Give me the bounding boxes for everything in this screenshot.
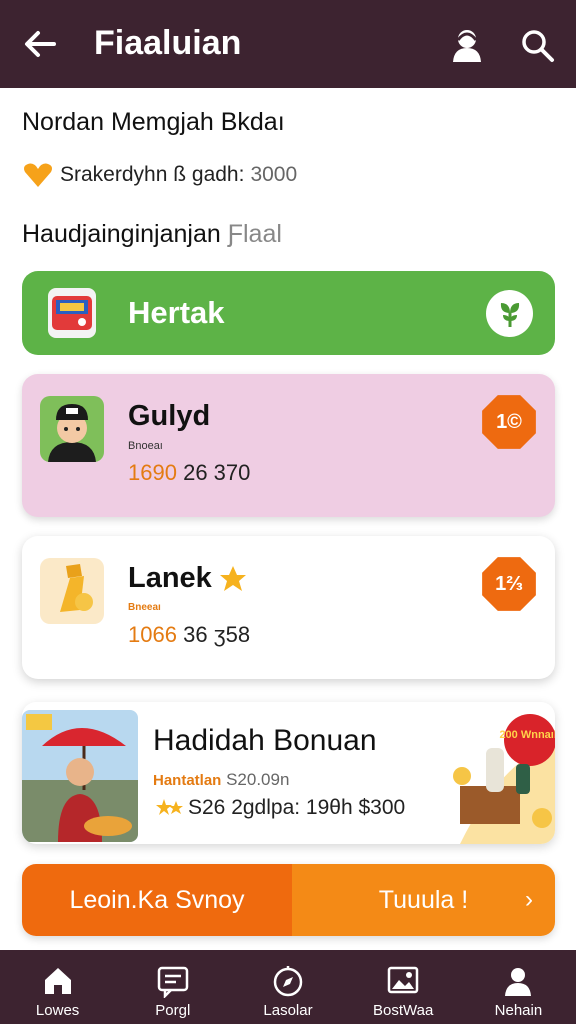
user-button[interactable]	[446, 24, 488, 66]
person-avatar	[40, 396, 104, 462]
image-icon	[387, 966, 419, 994]
profile-icon	[505, 968, 532, 996]
stars-icon	[156, 799, 183, 815]
rank-badge[interactable]: 1⅔	[482, 557, 536, 611]
player-name: Gulyd	[128, 400, 211, 432]
search-icon	[522, 30, 554, 62]
arrow-left-icon	[25, 31, 56, 57]
info-line: Srakerdyhn ß gadh: 3000	[22, 162, 297, 188]
info-value: 3000	[250, 163, 298, 186]
sub-heading-suffix: Ƒlaal	[227, 220, 282, 248]
home-icon	[44, 968, 71, 994]
sub-heading-text: Haudjainginjanjan	[22, 220, 221, 248]
nav-item-image[interactable]: BostWaa	[346, 950, 461, 1024]
info-label: Srakerdyhn ß gadh:	[60, 163, 245, 186]
top-app-bar: Fiaaluian	[0, 0, 576, 88]
bonus-subtitle: Hantatlan S20.09n	[153, 770, 289, 790]
nav-item-home[interactable]: Lowes	[0, 950, 115, 1024]
wallet-icon	[48, 288, 96, 338]
page-title: Fiaaluian	[94, 24, 242, 62]
chat-icon	[157, 966, 189, 998]
nav-item-chat[interactable]: Porgl	[115, 950, 230, 1024]
bonus-title: Hadidah Bonuan	[153, 724, 377, 757]
green-card-label: Hertak	[128, 295, 225, 330]
heart-icon	[24, 163, 52, 187]
reward-name: Lanek	[128, 562, 212, 594]
bottom-navigation: Lowes Porgl Lasolar BostWaa Nehain	[0, 950, 576, 1024]
nav-label: Lasolar	[263, 1002, 313, 1019]
cta-left-button[interactable]: Leoin.Ka Svnoy	[22, 864, 292, 936]
sub-heading: Haudjainginjanjan Ƒlaal	[22, 220, 282, 249]
trophy-avatar	[40, 558, 104, 624]
bonus-amount-row: S26 2gdlpa: 19θh $300	[156, 796, 405, 820]
player-stat-primary: 1690	[128, 460, 177, 485]
chevron-right-icon: ›	[525, 886, 533, 913]
player-stats: 1690 26 370	[128, 460, 250, 486]
reward-card[interactable]: Lanek Bneeaı 1066 36 ʒ58 1⅔	[22, 536, 555, 679]
reward-name-row: Lanek	[128, 562, 248, 595]
nav-label: Nehain	[494, 1002, 543, 1019]
bonus-sub-label: Hantatlan	[153, 772, 222, 789]
bonus-sub-value: S20.09n	[226, 770, 290, 789]
bonus-card[interactable]: Hadidah Bonuan Hantatlan S20.09n S26 2gd…	[22, 702, 555, 844]
nav-label: Lowes	[35, 1002, 80, 1019]
reward-subtitle: Bneeaı	[128, 602, 161, 613]
search-button[interactable]	[516, 24, 558, 66]
green-action-card[interactable]: Hertak	[22, 271, 555, 355]
rank-badge[interactable]: 1©	[482, 395, 536, 449]
bonus-illustration	[22, 710, 138, 842]
bonus-amount: S26 2gdlpa: 19θh $300	[188, 796, 406, 819]
player-stat-secondary: 26 370	[183, 460, 251, 485]
nav-item-profile[interactable]: Nehain	[461, 950, 576, 1024]
reward-stat-primary: 1066	[128, 622, 177, 647]
nav-label: Porgl	[155, 1002, 191, 1019]
reward-stats: 1066 36 ʒ58	[128, 622, 250, 648]
back-button[interactable]	[20, 26, 60, 62]
nav-label: BostWaa	[373, 1002, 434, 1019]
player-card[interactable]: Gulyd Bnoeaı 1690 26 370 1©	[22, 374, 555, 517]
cta-bar: Leoin.Ka Svnoy Tuuula ! ›	[22, 864, 555, 936]
user-icon	[453, 30, 481, 62]
star-icon	[219, 565, 246, 591]
cta-right-label: Tuuula !	[378, 885, 469, 914]
nav-item-compass[interactable]: Lasolar	[230, 950, 345, 1024]
cta-right-button[interactable]: Tuuula ! ›	[292, 864, 555, 936]
reward-stat-secondary: 36 ʒ58	[183, 622, 251, 647]
section-heading: Nordan Memgjah Bkdaı	[22, 108, 285, 136]
player-subtitle: Bnoeaı	[128, 440, 163, 452]
compass-icon	[273, 966, 303, 997]
gift-box-illustration: 200 Wnnaıb	[420, 702, 555, 844]
plant-button[interactable]	[486, 290, 533, 337]
plant-icon	[500, 302, 519, 327]
bonus-badge-text: 200 Wnnaıb	[499, 729, 555, 741]
